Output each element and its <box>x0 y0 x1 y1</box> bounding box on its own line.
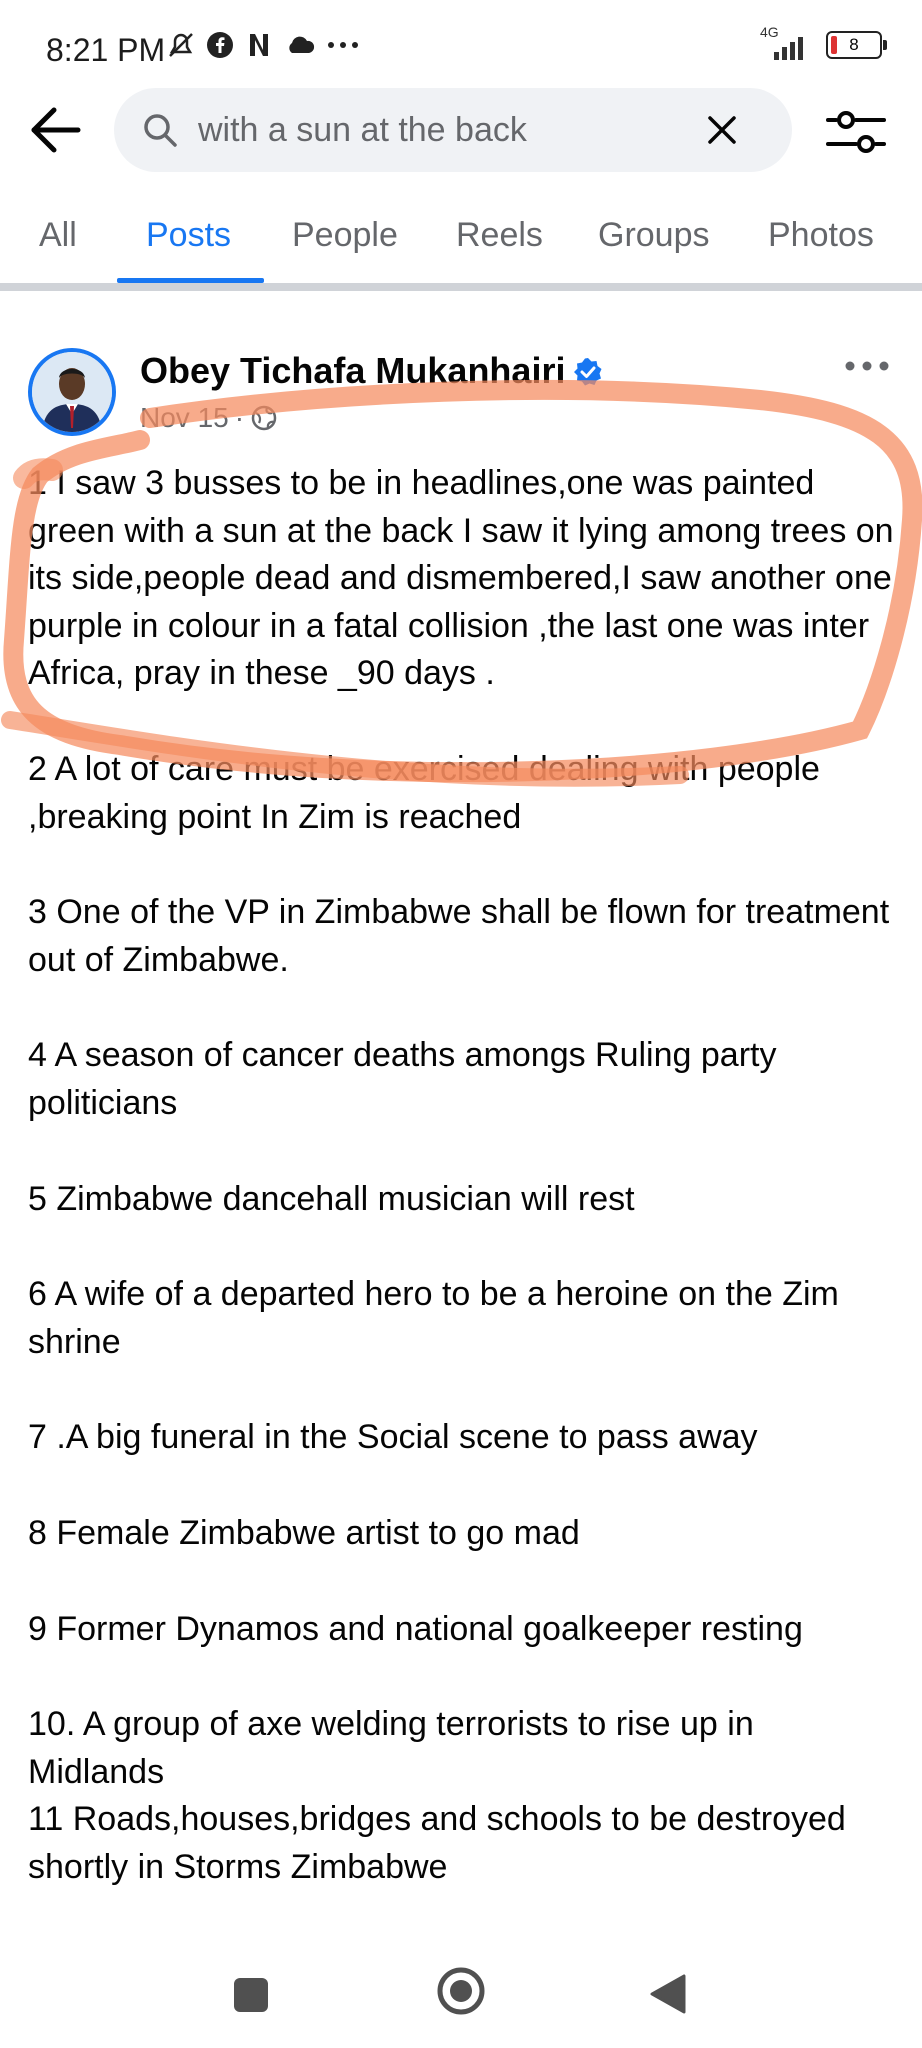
battery-level: 8 <box>849 35 859 54</box>
post-item-8: 8 Female Zimbabwe artist to go mad <box>28 1513 580 1552</box>
post-item-9: 9 Former Dynamos and national goalkeeper… <box>28 1609 803 1648</box>
author-name[interactable]: Obey Tichafa Mukanhairi <box>140 350 565 391</box>
post-item-1: 1 I saw 3 busses to be in headlines,one … <box>28 464 894 693</box>
avatar[interactable] <box>28 348 116 436</box>
post-item-11: 11 Roads,houses,bridges and schools to b… <box>28 1800 846 1886</box>
filters-icon[interactable] <box>824 104 888 160</box>
search-input[interactable] <box>198 106 678 154</box>
post-meta: Nov 15 · <box>140 402 278 434</box>
search-tabs: All Posts People Reels Groups Photos <box>0 200 922 286</box>
clear-search-icon[interactable] <box>702 110 742 150</box>
post-item-6: 6 A wife of a departed hero to be a hero… <box>28 1275 839 1361</box>
recent-apps-icon[interactable] <box>234 1978 268 2012</box>
post-date[interactable]: Nov 15 <box>140 402 229 434</box>
tab-posts[interactable]: Posts <box>146 216 231 255</box>
post-author[interactable]: Obey Tichafa Mukanhairi <box>140 350 603 392</box>
status-bar: 8:21 PM 4G 8 <box>0 0 922 86</box>
tab-people[interactable]: People <box>292 216 398 255</box>
tab-photos[interactable]: Photos <box>768 216 874 255</box>
status-icons <box>166 30 360 60</box>
verified-badge-icon <box>574 358 602 386</box>
post-item-2: 2 A lot of care must be exercised dealin… <box>28 749 820 836</box>
signal-icon: 4G <box>758 24 814 62</box>
globe-icon <box>251 405 277 431</box>
post-item-3: 3 One of the VP in Zimbabwe shall be flo… <box>28 893 890 979</box>
post-item-7: 7 .A big funeral in the Social scene to … <box>28 1418 758 1457</box>
post-item-10: 10. A group of axe welding terrorists to… <box>28 1705 754 1791</box>
status-time: 8:21 PM <box>46 32 166 68</box>
tab-all[interactable]: All <box>39 216 77 255</box>
profile-photo <box>32 352 112 432</box>
cloud-icon <box>289 36 315 53</box>
search-bar[interactable] <box>114 88 792 172</box>
tabs-divider <box>0 283 922 291</box>
meta-separator: · <box>234 402 245 433</box>
tab-reels[interactable]: Reels <box>456 216 543 255</box>
home-icon[interactable] <box>436 1966 486 2016</box>
nav-back-icon[interactable] <box>648 1972 688 2016</box>
system-nav-bar <box>0 1940 922 2048</box>
post-item-4: 4 A season of cancer deaths amongs Rulin… <box>28 1036 777 1122</box>
back-arrow-icon[interactable] <box>26 100 86 160</box>
tab-groups[interactable]: Groups <box>598 216 710 255</box>
post-item-5: 5 Zimbabwe dancehall musician will rest <box>28 1179 635 1218</box>
post-body: 1 I saw 3 busses to be in headlines,one … <box>28 460 898 1891</box>
mute-icon <box>169 33 193 57</box>
netflix-icon <box>250 34 268 56</box>
facebook-icon <box>207 32 233 58</box>
search-icon <box>144 114 177 147</box>
more-dots-icon <box>328 42 358 48</box>
post-options-icon[interactable] <box>842 354 892 378</box>
battery-icon: 8 <box>826 31 887 59</box>
